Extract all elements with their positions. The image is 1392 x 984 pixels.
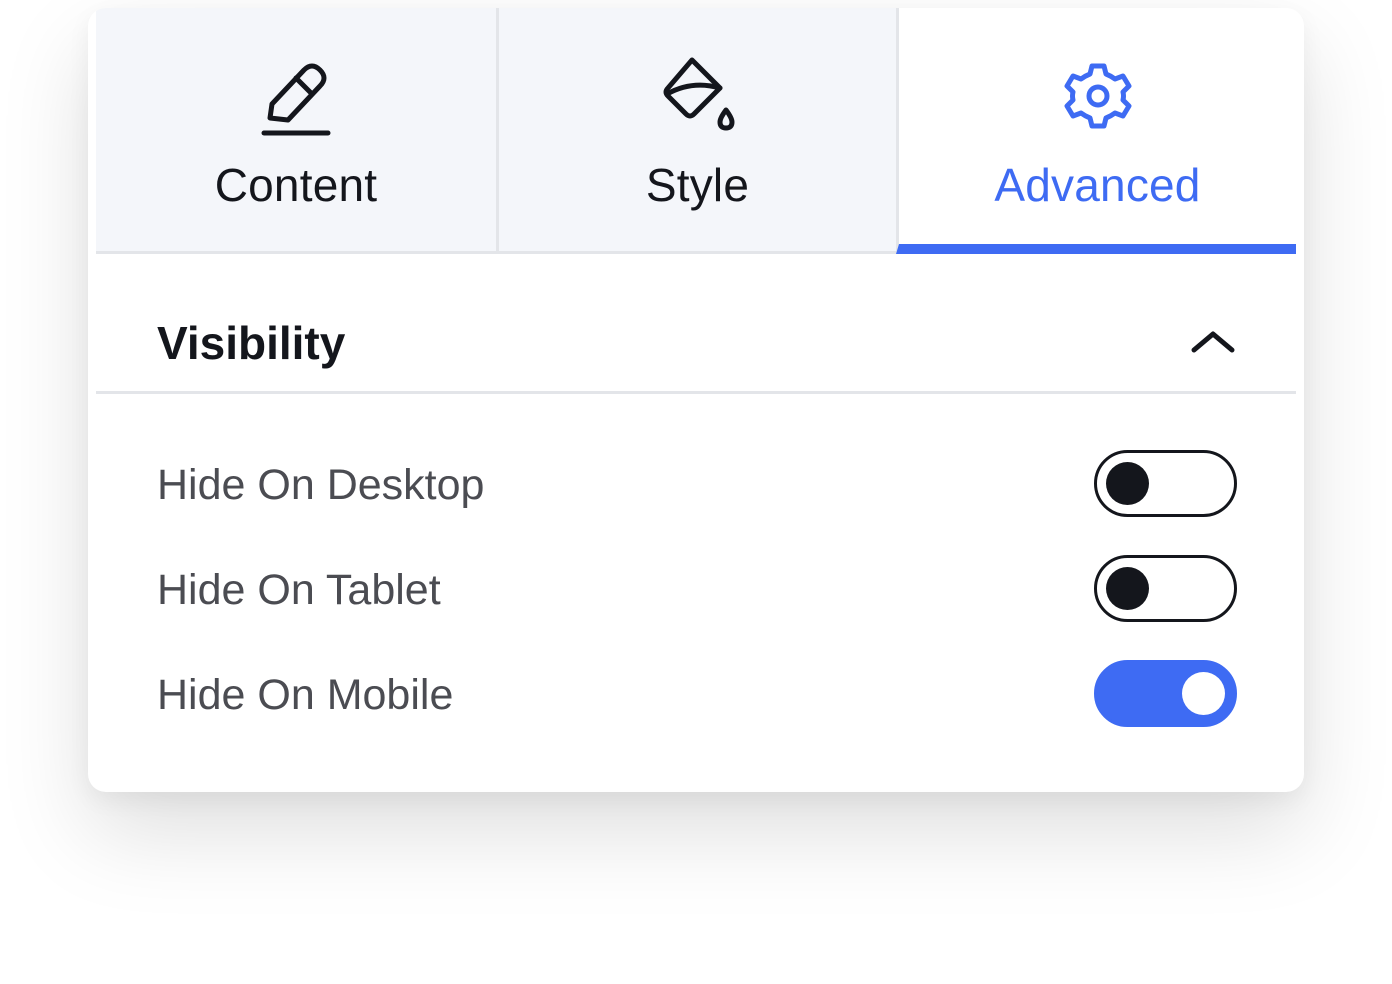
settings-panel: Content Style Advanced Visibility Hide O… <box>88 8 1304 792</box>
tab-bar: Content Style Advanced <box>96 8 1296 254</box>
gear-icon <box>1064 63 1131 129</box>
toggle-knob <box>1106 567 1149 610</box>
paint-bucket-icon <box>663 57 734 131</box>
toggle-knob <box>1182 672 1225 715</box>
tab-content[interactable]: Content <box>96 8 496 254</box>
tab-style[interactable]: Style <box>496 8 896 254</box>
hide-desktop-label: Hide On Desktop <box>157 461 485 509</box>
pencil-icon <box>261 63 331 136</box>
tab-advanced-label: Advanced <box>994 159 1201 211</box>
section-title: Visibility <box>157 317 346 369</box>
visibility-section-header[interactable]: Visibility <box>96 254 1296 394</box>
tab-content-label: Content <box>214 159 378 211</box>
setting-row-hide-mobile: Hide On Mobile <box>96 655 1296 735</box>
hide-tablet-label: Hide On Tablet <box>157 566 441 614</box>
hide-desktop-toggle[interactable] <box>1094 450 1237 517</box>
setting-row-hide-tablet: Hide On Tablet <box>96 550 1296 630</box>
chevron-up-icon[interactable] <box>1190 328 1236 356</box>
tab-style-label: Style <box>645 159 750 211</box>
tab-advanced[interactable]: Advanced <box>896 8 1296 254</box>
hide-mobile-toggle[interactable] <box>1094 660 1237 727</box>
toggle-knob <box>1106 462 1149 505</box>
setting-row-hide-desktop: Hide On Desktop <box>96 445 1296 525</box>
hide-tablet-toggle[interactable] <box>1094 555 1237 622</box>
hide-mobile-label: Hide On Mobile <box>157 671 454 719</box>
